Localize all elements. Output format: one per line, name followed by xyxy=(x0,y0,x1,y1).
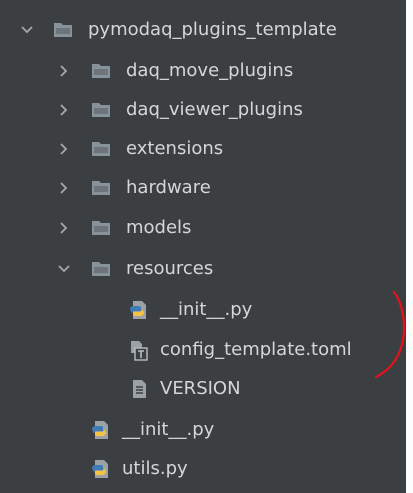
folder-icon xyxy=(90,177,112,199)
window-edge xyxy=(406,0,413,493)
tree-item-config-template-toml[interactable]: config_template.toml xyxy=(0,335,406,365)
tree-item-label: VERSION xyxy=(160,378,241,399)
python-file-icon xyxy=(90,458,112,480)
tree-item-init-py[interactable]: __init__.py xyxy=(0,415,406,445)
chevron-right-icon[interactable] xyxy=(57,181,71,195)
chevron-right-icon[interactable] xyxy=(57,221,71,235)
tree-item-models[interactable]: models xyxy=(0,213,406,243)
tree-item-daq-move-plugins[interactable]: daq_move_plugins xyxy=(0,56,406,86)
chevron-down-icon[interactable] xyxy=(20,23,34,37)
python-file-icon xyxy=(128,299,150,321)
tree-item-resources-init-py[interactable]: __init__.py xyxy=(0,295,406,325)
folder-icon xyxy=(52,19,74,41)
folder-icon xyxy=(90,217,112,239)
tree-item-utils-py[interactable]: utils.py xyxy=(0,454,406,484)
project-tree-panel: pymodaq_plugins_template daq_move_plugin… xyxy=(0,0,406,493)
python-file-icon xyxy=(90,419,112,441)
folder-icon xyxy=(90,138,112,160)
tree-item-label: daq_viewer_plugins xyxy=(126,99,303,120)
chevron-down-icon[interactable] xyxy=(57,262,71,276)
tree-item-hardware[interactable]: hardware xyxy=(0,173,406,203)
tree-item-label: pymodaq_plugins_template xyxy=(88,19,337,40)
tree-item-label: hardware xyxy=(126,177,211,198)
folder-icon xyxy=(90,60,112,82)
tree-item-label: config_template.toml xyxy=(160,339,352,360)
text-file-icon xyxy=(128,378,150,400)
chevron-right-icon[interactable] xyxy=(57,142,71,156)
tree-item-extensions[interactable]: extensions xyxy=(0,134,406,164)
tree-item-resources[interactable]: resources xyxy=(0,254,406,284)
tree-item-label: extensions xyxy=(126,138,224,159)
toml-file-icon xyxy=(128,339,150,361)
tree-item-label: daq_move_plugins xyxy=(126,60,294,81)
tree-item-version[interactable]: VERSION xyxy=(0,374,406,404)
folder-icon xyxy=(90,99,112,121)
tree-item-root[interactable]: pymodaq_plugins_template xyxy=(0,15,406,45)
chevron-right-icon[interactable] xyxy=(57,103,71,117)
tree-item-daq-viewer-plugins[interactable]: daq_viewer_plugins xyxy=(0,95,406,125)
tree-item-label: __init__.py xyxy=(122,419,215,440)
chevron-right-icon[interactable] xyxy=(57,64,71,78)
tree-item-label: __init__.py xyxy=(160,299,253,320)
tree-item-label: utils.py xyxy=(122,458,188,479)
folder-icon xyxy=(90,258,112,280)
tree-item-label: resources xyxy=(126,258,214,279)
tree-item-label: models xyxy=(126,217,192,238)
